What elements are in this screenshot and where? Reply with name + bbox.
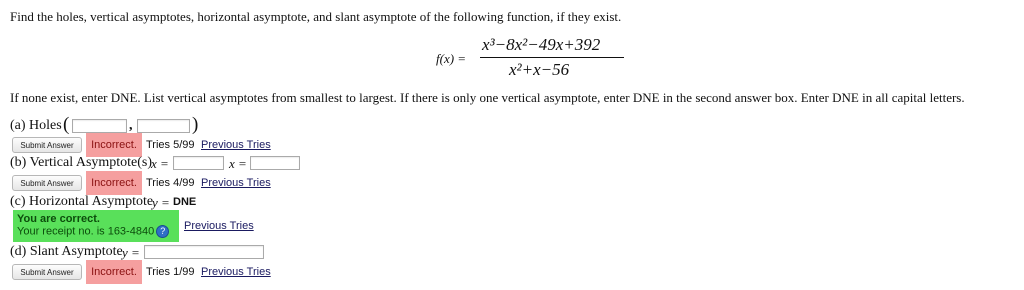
- part-d-previous-tries-link[interactable]: Previous Tries: [201, 266, 271, 278]
- part-a-previous-tries-link[interactable]: Previous Tries: [201, 139, 271, 151]
- holes-x-input[interactable]: [72, 119, 127, 133]
- part-c-label: (c) Horizontal Asymptote: [10, 194, 154, 209]
- part-b-tries: Tries 4/99: [146, 177, 195, 189]
- part-c-correct-message: You are correct.: [17, 213, 100, 225]
- part-c-y-eq-text: y =: [152, 195, 170, 210]
- part-c-receipt-row: Your receipt no. is 163-4840?: [17, 225, 175, 238]
- part-b-previous-tries-link[interactable]: Previous Tries: [201, 177, 271, 189]
- part-c-receipt: Your receipt no. is 163-4840: [17, 225, 155, 238]
- part-b-x-eq-1: x =: [151, 156, 169, 171]
- part-c-answer-value: DNE: [173, 196, 197, 208]
- part-a-incorrect-badge: Incorrect.: [86, 133, 142, 157]
- part-a-submit-button[interactable]: Submit Answer: [12, 137, 82, 153]
- part-b-submit-button[interactable]: Submit Answer: [12, 175, 82, 191]
- part-d-label: (d) Slant Asymptote: [10, 244, 123, 259]
- vertical-asymptote-1-input[interactable]: [173, 156, 224, 170]
- part-d-submit-button[interactable]: Submit Answer: [12, 264, 82, 280]
- part-a-comma: ,: [129, 118, 133, 133]
- part-b-label: (b) Vertical Asymptote(s): [10, 155, 153, 170]
- part-d-tries: Tries 1/99: [146, 266, 195, 278]
- instructions-text: If none exist, enter DNE. List vertical …: [10, 90, 965, 105]
- part-c-previous-tries-link[interactable]: Previous Tries: [184, 220, 254, 232]
- part-a-close-paren: ): [192, 114, 199, 135]
- holes-y-input[interactable]: [137, 119, 190, 133]
- help-icon[interactable]: ?: [156, 225, 170, 238]
- function-denominator: x²+x−56: [509, 60, 570, 79]
- part-b-incorrect-badge: Incorrect.: [86, 171, 142, 195]
- part-d-y-eq: y =: [122, 245, 140, 261]
- function-numerator: x³−8x²−49x+392: [482, 35, 601, 54]
- part-c-y-eq: y =: [152, 195, 170, 211]
- slant-asymptote-input[interactable]: [144, 245, 264, 259]
- part-a-label: (a) Holes: [10, 118, 62, 133]
- part-a-open-paren: (: [63, 114, 70, 135]
- part-b-x-eq-2: x =: [229, 156, 247, 171]
- function-lhs: f(x) =: [436, 51, 467, 66]
- part-c-correct-box: You are correct. Your receipt no. is 163…: [13, 210, 179, 242]
- fraction-bar: [480, 57, 624, 58]
- part-d-y-eq-text: y =: [122, 245, 140, 260]
- part-d-incorrect-badge: Incorrect.: [86, 260, 142, 284]
- question-text: Find the holes, vertical asymptotes, hor…: [10, 9, 622, 24]
- vertical-asymptote-2-input[interactable]: [250, 156, 300, 170]
- part-a-tries: Tries 5/99: [146, 139, 195, 151]
